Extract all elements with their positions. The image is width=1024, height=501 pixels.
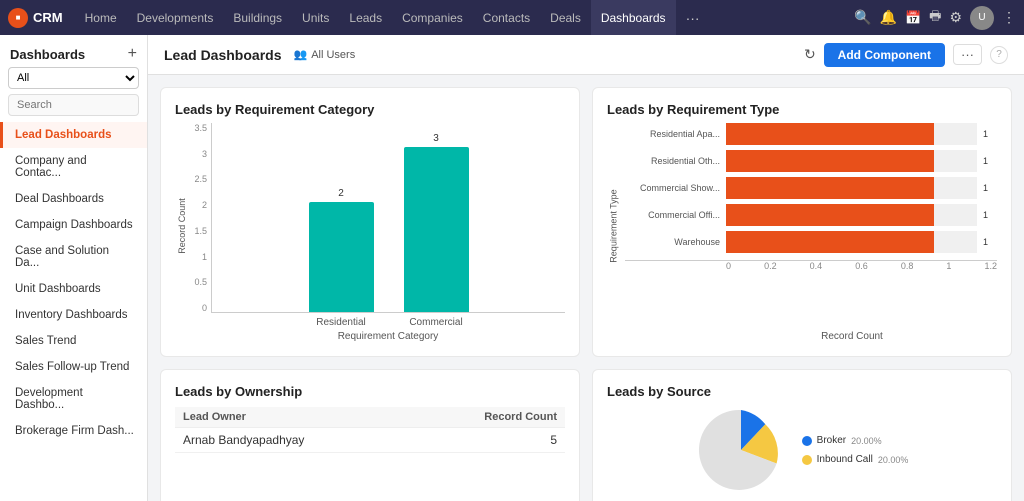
nav-item-developments[interactable]: Developments (127, 0, 224, 35)
ownership-title: Leads by Ownership (175, 384, 565, 399)
y-axis-title-req-cat: Record Count (175, 123, 189, 328)
ownership-table: Lead Owner Record Count Arnab Bandyapadh… (175, 407, 565, 453)
help-icon[interactable]: ? (990, 46, 1008, 64)
req-type-card: Leads by Requirement Type Requirement Ty… (592, 87, 1012, 357)
bar-commercial: 3 (404, 133, 469, 312)
sidebar: Dashboards + All Lead DashboardsCompany … (0, 35, 148, 501)
grid-icon[interactable]: ⋮ (1002, 9, 1016, 26)
dashboard-grid: Leads by Requirement Category Record Cou… (148, 75, 1024, 501)
bell-icon[interactable]: 🔔 (880, 9, 897, 26)
nav-item-companies[interactable]: Companies (392, 0, 473, 35)
search-input[interactable] (8, 94, 139, 116)
top-nav: ■ CRM HomeDevelopmentsBuildingsUnitsLead… (0, 0, 1024, 35)
y-ticks: 00.511.522.533.5 (189, 123, 211, 313)
owner-name: Arnab Bandyapadhyay (175, 428, 412, 453)
sidebar-filter-select[interactable]: All (8, 67, 139, 89)
table-row: Arnab Bandyapadhyay 5 (175, 428, 565, 453)
legend-item-broker: Broker 20.00% (802, 435, 909, 446)
sidebar-item-lead-dashboards[interactable]: Lead Dashboards (0, 122, 147, 148)
app-body: Dashboards + All Lead DashboardsCompany … (0, 35, 1024, 501)
req-category-chart: Record Count 00.511.522.533.5 2 (175, 123, 565, 342)
all-users-label: All Users (311, 49, 355, 61)
source-chart: Broker 20.00% Inbound Call 20.00% (607, 405, 997, 495)
x-axis-title-req-cat: Requirement Category (175, 331, 565, 342)
sidebar-item-deal-dashboards[interactable]: Deal Dashboards (0, 186, 147, 212)
sidebar-item-campaign-dashboards[interactable]: Campaign Dashboards (0, 212, 147, 238)
main-header: Lead Dashboards 👥 All Users ↻ Add Compon… (148, 35, 1024, 75)
pie-legend: Broker 20.00% Inbound Call 20.00% (802, 435, 909, 465)
ownership-col-count: Record Count (412, 407, 565, 428)
nav-item-leads[interactable]: Leads (339, 0, 392, 35)
main-header-left: Lead Dashboards 👥 All Users (164, 47, 355, 63)
nav-more[interactable]: ··· (678, 10, 708, 26)
hbar-rows: Residential Apa... 1 Residential Oth... … (625, 123, 997, 328)
sidebar-add-icon[interactable]: + (128, 45, 137, 63)
logo-icon: ■ (8, 8, 28, 28)
x-axis-title-req-type: Record Count (607, 331, 997, 342)
screen-icon[interactable]: 🖶 (929, 7, 941, 29)
search-icon[interactable]: 🔍 (854, 9, 871, 26)
logo-text: CRM (33, 10, 63, 25)
source-card: Leads by Source (592, 369, 1012, 501)
bar-residential: 2 (309, 188, 374, 312)
owner-count: 5 (412, 428, 565, 453)
sidebar-item-brokerage-firm-dash...[interactable]: Brokerage Firm Dash... (0, 418, 147, 444)
more-options-button[interactable]: ··· (953, 44, 982, 65)
nav-items: HomeDevelopmentsBuildingsUnitsLeadsCompa… (75, 0, 676, 35)
group-icon: 👥 (293, 48, 307, 61)
nav-item-dashboards[interactable]: Dashboards (591, 0, 676, 35)
ownership-card: Leads by Ownership Lead Owner Record Cou… (160, 369, 580, 501)
refresh-icon[interactable]: ↻ (804, 46, 816, 63)
y-axis-title-req-type: Requirement Type (607, 123, 621, 328)
gear-icon[interactable]: ⚙ (949, 9, 962, 26)
bars-area: 2 3 Residential Commercial (211, 123, 565, 328)
sidebar-item-unit-dashboards[interactable]: Unit Dashboards (0, 276, 147, 302)
req-category-title: Leads by Requirement Category (175, 102, 565, 117)
source-title: Leads by Source (607, 384, 997, 399)
req-category-card: Leads by Requirement Category Record Cou… (160, 87, 580, 357)
all-users-button[interactable]: 👥 All Users (293, 48, 355, 61)
nav-right: 🔍 🔔 📅 🖶 ⚙ U ⋮ (854, 6, 1016, 30)
legend-item-inbound: Inbound Call 20.00% (802, 454, 909, 465)
sidebar-item-inventory-dashboards[interactable]: Inventory Dashboards (0, 302, 147, 328)
sidebar-item-development-dashbo...[interactable]: Development Dashbo... (0, 380, 147, 418)
sidebar-title: Dashboards (10, 47, 85, 62)
nav-item-units[interactable]: Units (292, 0, 339, 35)
sidebar-item-case-and-solution-da...[interactable]: Case and Solution Da... (0, 238, 147, 276)
nav-item-home[interactable]: Home (75, 0, 127, 35)
sidebar-item-company-and-contac...[interactable]: Company and Contac... (0, 148, 147, 186)
nav-item-contacts[interactable]: Contacts (473, 0, 540, 35)
req-type-title: Leads by Requirement Type (607, 102, 997, 117)
sidebar-nav: Lead DashboardsCompany and Contac...Deal… (0, 122, 147, 444)
main-header-right: ↻ Add Component ··· ? (804, 43, 1008, 67)
add-component-button[interactable]: Add Component (824, 43, 945, 67)
ownership-col-owner: Lead Owner (175, 407, 412, 428)
req-type-chart: Requirement Type Residential Apa... 1 (607, 123, 997, 342)
page-title: Lead Dashboards (164, 47, 281, 63)
nav-logo: ■ CRM (8, 8, 63, 28)
nav-item-deals[interactable]: Deals (540, 0, 591, 35)
nav-item-buildings[interactable]: Buildings (223, 0, 292, 35)
main-content: Lead Dashboards 👥 All Users ↻ Add Compon… (148, 35, 1024, 501)
sidebar-search (0, 94, 147, 122)
sidebar-filter: All (0, 67, 147, 94)
avatar[interactable]: U (970, 6, 994, 30)
sidebar-item-sales-trend[interactable]: Sales Trend (0, 328, 147, 354)
pie-chart (696, 405, 786, 495)
sidebar-header: Dashboards + (0, 35, 147, 67)
calendar-icon[interactable]: 📅 (905, 10, 921, 26)
sidebar-item-sales-follow-up-trend[interactable]: Sales Follow-up Trend (0, 354, 147, 380)
